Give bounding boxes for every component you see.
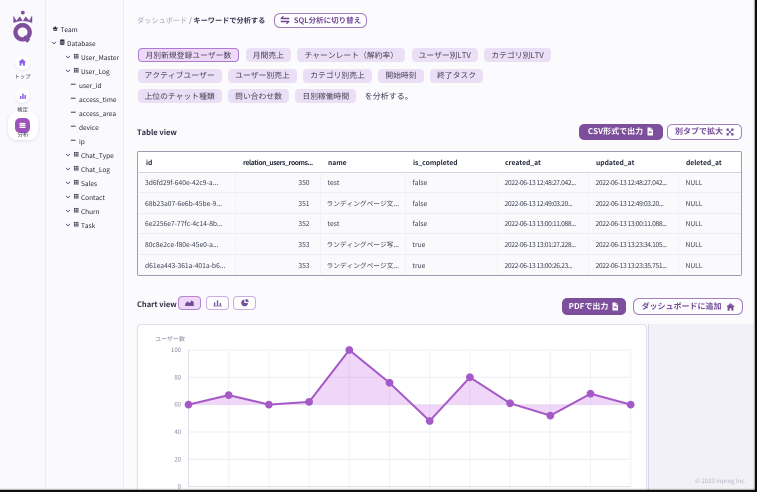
- svg-text:60: 60: [174, 400, 181, 409]
- svg-text:40: 40: [174, 427, 181, 436]
- svg-text:20: 20: [174, 454, 181, 463]
- svg-text:80: 80: [174, 372, 181, 381]
- svg-text:100: 100: [171, 345, 182, 354]
- svg-text:ユーザー数: ユーザー数: [155, 334, 185, 343]
